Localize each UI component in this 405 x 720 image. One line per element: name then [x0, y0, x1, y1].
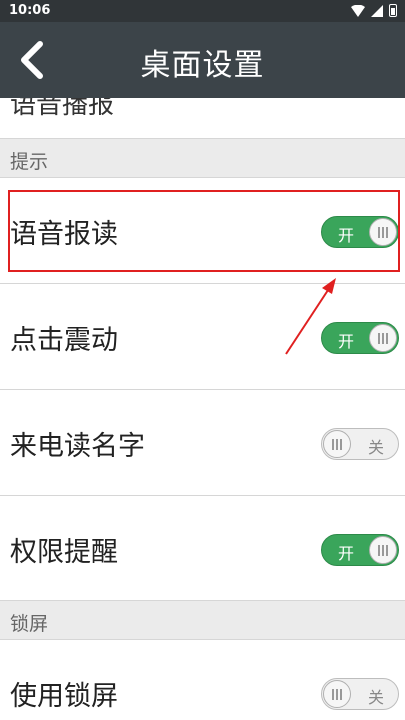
settings-list[interactable]: 语音播报 提示 语音报读 开 点击震动 开 来电读名字 关 权限提醒 开 锁屏 — [0, 98, 405, 720]
click-vibration-toggle[interactable]: 开 — [321, 322, 399, 354]
caller-name-toggle[interactable]: 关 — [321, 428, 399, 460]
battery-icon — [389, 4, 397, 17]
status-icons — [351, 4, 397, 17]
setting-row-use-lockscreen[interactable]: 使用锁屏 关 — [0, 640, 405, 720]
toggle-state-label: 关 — [367, 688, 384, 707]
setting-row-caller-name[interactable]: 来电读名字 关 — [0, 390, 405, 496]
setting-label: 点击震动 — [10, 325, 118, 356]
partial-row-label: 语音播报 — [10, 98, 115, 120]
wifi-icon — [351, 4, 365, 17]
toggle-knob — [369, 324, 397, 352]
setting-label: 来电读名字 — [10, 431, 145, 462]
partial-setting-row[interactable]: 语音播报 — [0, 98, 405, 138]
signal-icon — [371, 4, 383, 17]
permission-reminder-toggle[interactable]: 开 — [321, 534, 399, 566]
toggle-knob — [369, 218, 397, 246]
setting-row-click-vibration[interactable]: 点击震动 开 — [0, 284, 405, 390]
app-bar: 桌面设置 — [0, 22, 405, 98]
toggle-knob — [369, 536, 397, 564]
toggle-state-label: 关 — [367, 438, 384, 457]
section-header-label: 提示 — [10, 151, 49, 173]
use-lockscreen-toggle[interactable]: 关 — [321, 678, 399, 710]
toggle-state-label: 开 — [338, 226, 355, 245]
setting-label: 语音报读 — [10, 219, 118, 250]
setting-row-permission-reminder[interactable]: 权限提醒 开 — [0, 496, 405, 602]
setting-label: 使用锁屏 — [10, 681, 118, 712]
voice-reading-toggle[interactable]: 开 — [321, 216, 399, 248]
setting-row-voice-reading[interactable]: 语音报读 开 — [0, 178, 405, 284]
section-header-label: 锁屏 — [10, 613, 49, 635]
status-time: 10:06 — [9, 3, 51, 18]
toggle-state-label: 开 — [338, 332, 355, 351]
setting-label: 权限提醒 — [10, 537, 118, 568]
toggle-knob — [323, 680, 351, 708]
toggle-state-label: 开 — [338, 544, 355, 563]
status-bar: 10:06 — [0, 0, 405, 22]
section-header-tips: 提示 — [0, 138, 405, 178]
section-header-lockscreen: 锁屏 — [0, 600, 405, 640]
toggle-knob — [323, 430, 351, 458]
page-title: 桌面设置 — [140, 48, 265, 83]
